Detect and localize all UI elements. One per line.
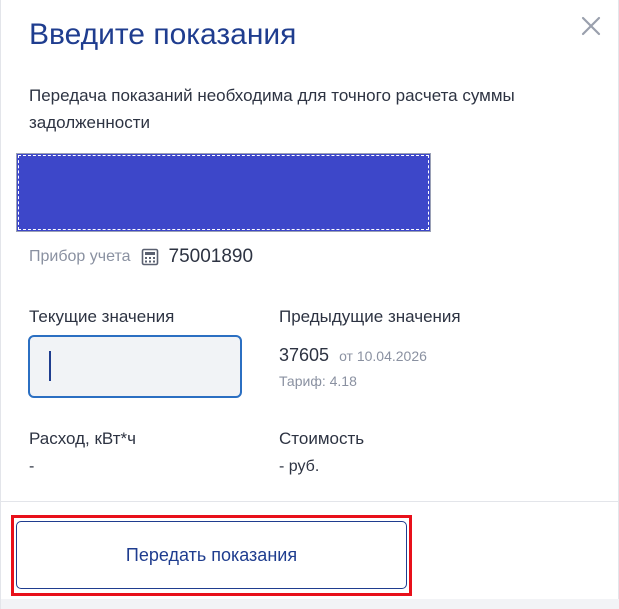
cost-value: - руб. [279,458,320,475]
current-values-label: Текущие значения [29,307,175,326]
submit-readings-button[interactable]: Передать показания [16,521,407,589]
cost-label: Стоимость [279,429,365,448]
dialog-title: Введите показания [29,18,297,51]
redacted-block [16,153,431,232]
consumption-value: - [29,458,35,475]
consumption-label: Расход, кВт*ч [29,429,136,448]
previous-reading-value: 37605 [279,345,330,365]
meter-label: Прибор учета [29,248,131,265]
previous-reading-date: от 10.04.2026 [339,348,427,364]
meter-info: Прибор учета 75001890 [29,244,253,270]
tariff-text: Тариф: 4.18 [279,373,357,389]
current-reading-input[interactable] [28,335,242,398]
dialog-description: Передача показаний необходима для точног… [29,86,515,132]
calculator-icon [141,248,159,266]
submit-readings-dialog: Введите показания Передача показаний нео… [0,0,619,609]
footer-divider [1,501,619,502]
meter-number: 75001890 [168,246,254,267]
bottom-strip [1,599,619,609]
text-caret [49,351,51,381]
close-button[interactable] [577,12,605,40]
previous-values-label: Предыдущие значения [279,307,461,326]
close-icon [581,16,601,36]
previous-reading: 37605 от 10.04.2026 [279,345,427,366]
